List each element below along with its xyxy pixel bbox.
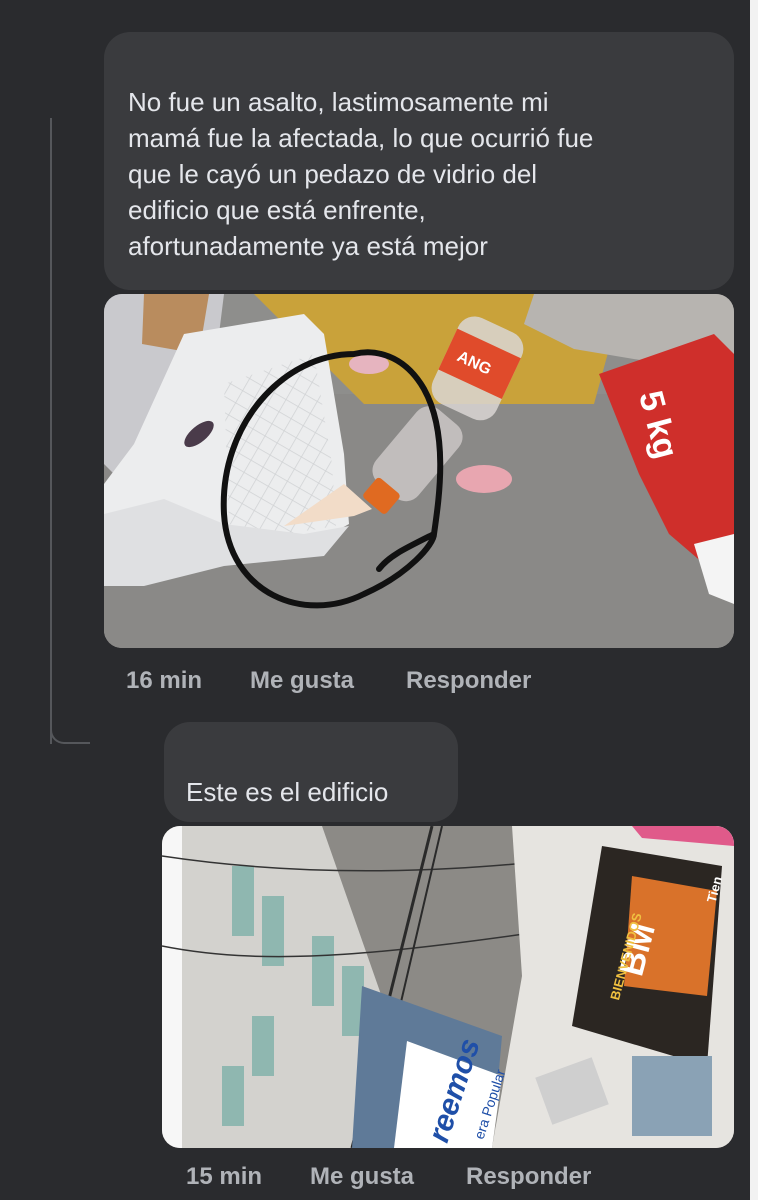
comment-thread: No fue un asalto, lastimosamente mi mamá… <box>0 0 758 1200</box>
screen-edge <box>750 0 758 1200</box>
comment-text: No fue un asalto, lastimosamente mi mamá… <box>128 87 594 261</box>
thread-connector-curve <box>50 708 90 744</box>
reply-comment-bubble[interactable]: Este es el edificio <box>164 722 458 822</box>
reply-comment-time: 15 min <box>186 1163 263 1190</box>
reply-comment-text: Este es el edificio <box>186 777 389 807</box>
like-button[interactable]: Me gusta <box>250 667 354 695</box>
reply-reply-button[interactable]: Responder <box>466 1163 591 1191</box>
photo-building: reemos era Popular BM BIENVENIDOS Tien <box>162 826 734 1148</box>
reply-comment-photo[interactable]: reemos era Popular BM BIENVENIDOS Tien <box>162 826 734 1148</box>
comment-time: 16 min <box>126 667 203 694</box>
photo-debris-on-floor: 5 kg ANG <box>104 294 734 648</box>
reply-like-button[interactable]: Me gusta <box>310 1163 414 1191</box>
comment-bubble[interactable]: No fue un asalto, lastimosamente mi mamá… <box>104 32 734 290</box>
comment-photo[interactable]: 5 kg ANG <box>104 294 734 648</box>
thread-connector-line <box>50 118 52 744</box>
reply-button[interactable]: Responder <box>406 667 531 695</box>
